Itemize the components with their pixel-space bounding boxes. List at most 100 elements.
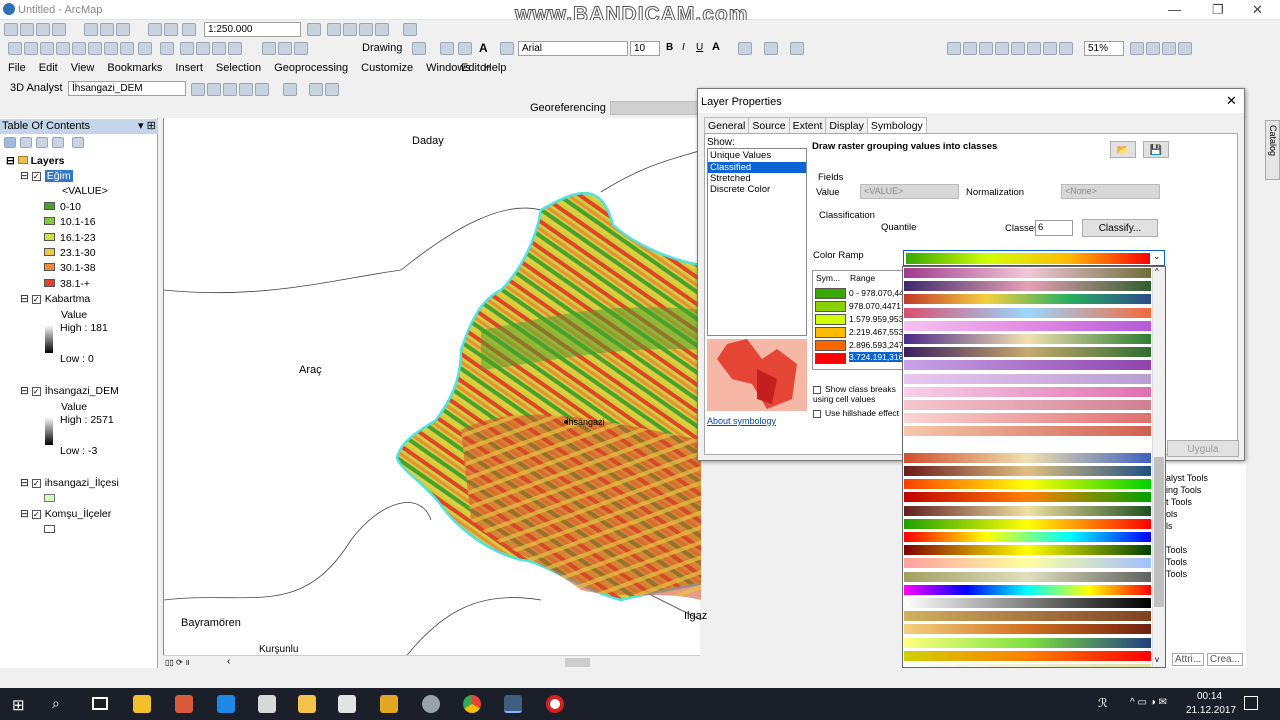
drawing-menu[interactable]: Drawing — [362, 42, 402, 54]
save-icon[interactable] — [36, 23, 50, 36]
show-breaks-checkbox[interactable] — [813, 385, 821, 394]
layer-egim[interactable]: ⊟ ✓ Eğim — [20, 170, 73, 182]
catalog-window-icon[interactable] — [343, 23, 357, 36]
marker-color-icon[interactable] — [790, 42, 804, 55]
open-folder-icon[interactable]: 📂 — [1110, 141, 1136, 158]
clock-date[interactable]: 21.12.2017 — [1186, 705, 1236, 716]
copy-icon[interactable] — [100, 23, 114, 36]
toc-autohide-icon[interactable]: ▾ ⊞ — [138, 119, 156, 134]
rectangle-shape-icon[interactable] — [458, 42, 472, 55]
edit-vertices-icon[interactable] — [500, 42, 514, 55]
class-swatch[interactable] — [815, 301, 846, 312]
color-ramp-option[interactable] — [904, 584, 1151, 595]
hillshade-checkbox[interactable] — [813, 409, 821, 418]
tab-source[interactable]: Source — [748, 117, 790, 134]
color-ramp-option[interactable] — [904, 281, 1151, 292]
classify-button[interactable]: Classify... — [1082, 219, 1158, 237]
catalog-label[interactable]: Catalog — [1268, 125, 1278, 156]
layout-pan-icon[interactable] — [979, 42, 993, 55]
paste-icon[interactable] — [116, 23, 130, 36]
open-icon[interactable] — [20, 23, 34, 36]
notifications-icon[interactable] — [1244, 696, 1258, 710]
color-ramp-option[interactable] — [904, 545, 1151, 556]
model-builder-icon[interactable] — [403, 23, 417, 36]
layout-full-icon[interactable] — [995, 42, 1009, 55]
mail-icon[interactable] — [258, 695, 276, 713]
editor-toolbar-icon[interactable] — [307, 23, 321, 36]
color-ramp-option[interactable] — [904, 426, 1151, 437]
kabartma-checkbox[interactable]: ✓ — [31, 294, 41, 304]
list-by-visibility-icon[interactable] — [36, 137, 48, 148]
tab-symbology[interactable]: Symbology — [866, 117, 927, 134]
layout-fixed-out-icon[interactable] — [1043, 42, 1057, 55]
focus-frame-icon[interactable] — [1146, 42, 1160, 55]
layer-ilce[interactable]: ⊟ ✓ ihsangazi_İlçesi — [20, 477, 119, 489]
dem-checkbox[interactable]: ✓ — [31, 386, 41, 396]
color-ramp-option[interactable] — [904, 505, 1151, 516]
fill-color-icon[interactable] — [738, 42, 752, 55]
class-swatch[interactable] — [815, 288, 846, 299]
color-ramp-option[interactable] — [904, 650, 1151, 661]
color-ramp-combo[interactable]: ⌄ — [903, 250, 1165, 266]
scale-combo[interactable]: 1:250.000 — [204, 22, 301, 37]
color-ramp-option[interactable] — [904, 664, 1151, 667]
create-features-tab[interactable]: Crea... — [1206, 653, 1243, 666]
toolbox-item[interactable]: Tools — [1166, 568, 1208, 580]
dialog-close-icon[interactable]: ✕ — [1226, 93, 1237, 109]
search-icon[interactable]: ⌕ — [52, 695, 60, 712]
list-by-source-icon[interactable] — [20, 137, 32, 148]
color-ramp-option[interactable] — [904, 624, 1151, 635]
color-ramp-option[interactable] — [904, 598, 1151, 608]
line-color-icon[interactable] — [764, 42, 778, 55]
color-ramp-option[interactable] — [904, 532, 1151, 542]
ilce-checkbox[interactable]: ✓ — [31, 478, 41, 488]
menu-view[interactable]: View — [71, 62, 95, 74]
class-swatch[interactable] — [815, 327, 846, 338]
pan-icon[interactable] — [40, 42, 54, 55]
back-icon[interactable] — [104, 42, 118, 55]
editor-menu[interactable]: Editor — [461, 62, 490, 74]
interpolate-point-icon[interactable] — [239, 83, 253, 96]
menu-bookmarks[interactable]: Bookmarks — [107, 62, 162, 74]
select-elements-icon[interactable] — [180, 42, 194, 55]
chrome-icon[interactable] — [463, 695, 481, 713]
toolbox-item[interactable]: ing Tools — [1166, 484, 1208, 496]
class-row[interactable]: 1.579.959,953 — [815, 313, 903, 326]
find-icon[interactable] — [262, 42, 276, 55]
print-icon[interactable] — [52, 23, 66, 36]
windows-start-icon[interactable]: ⊞ — [12, 696, 25, 714]
search-window-icon[interactable] — [359, 23, 373, 36]
zoom-out-icon[interactable] — [24, 42, 38, 55]
menu-customize[interactable]: Customize — [361, 62, 413, 74]
color-ramp-option[interactable] — [904, 320, 1151, 331]
list-by-drawing-order-icon[interactable] — [4, 137, 16, 148]
font-combo[interactable]: Arial — [518, 41, 628, 56]
color-ramp-option[interactable] — [904, 294, 1151, 305]
layer-komsu[interactable]: ⊟ ✓ Komşu_İlçeler — [20, 508, 111, 520]
scroll-thumb[interactable] — [565, 658, 590, 667]
layout-fixed-in-icon[interactable] — [1027, 42, 1041, 55]
class-swatch[interactable] — [815, 353, 846, 364]
layout-back-icon[interactable] — [1059, 42, 1073, 55]
scroll-thumb[interactable] — [1154, 457, 1164, 607]
color-ramp-option[interactable] — [904, 479, 1151, 490]
map-view[interactable]: Daday Araç İhsangazi Bayramören Ilgaz Ku… — [163, 118, 778, 668]
redo-icon[interactable] — [164, 23, 178, 36]
color-ramp-option[interactable] — [904, 558, 1151, 569]
measure-icon[interactable] — [294, 42, 308, 55]
layout-zoom-out-icon[interactable] — [963, 42, 977, 55]
about-symbology-link[interactable]: About symbology — [707, 416, 776, 426]
data-driven-pages-icon[interactable] — [1178, 42, 1192, 55]
scroll-left-icon[interactable]: ‹ — [227, 656, 230, 667]
scroll-up-icon[interactable]: ^ — [1155, 267, 1159, 276]
georeferencing-menu[interactable]: Georeferencing — [530, 102, 606, 114]
font-size-combo[interactable]: 10 — [630, 41, 660, 56]
change-layout-icon[interactable] — [1162, 42, 1176, 55]
edge-icon[interactable] — [217, 695, 235, 713]
egim-checkbox[interactable]: ✓ — [31, 171, 41, 181]
arcglobe-icon[interactable] — [325, 83, 339, 96]
color-ramp-option[interactable] — [904, 492, 1151, 503]
class-row[interactable]: 0 - 978.070,44 — [815, 287, 904, 300]
add-data-icon[interactable] — [182, 23, 196, 36]
toc-options-icon[interactable] — [72, 137, 84, 148]
